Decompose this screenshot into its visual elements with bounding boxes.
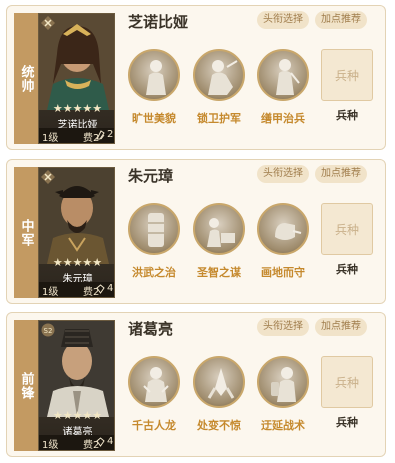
hero-title: 朱元璋: [128, 167, 174, 185]
skill-statue-icon: [146, 60, 166, 95]
hero-info-bar: 1级 费2 4: [39, 435, 114, 451]
points-recommend-button[interactable]: 加点推荐: [315, 165, 367, 183]
skill-slot-1[interactable]: [128, 356, 180, 408]
skill-slot-1[interactable]: [128, 49, 180, 101]
points-recommend-button[interactable]: 加点推荐: [315, 318, 367, 336]
skill-statue-icon: [143, 367, 169, 402]
skill-statue-icon: [207, 368, 235, 399]
badge-icon: S2: [41, 323, 55, 337]
skill-label-2: 处变不惊: [197, 419, 241, 432]
svg-text:S2: S2: [44, 327, 53, 335]
hero-info-bar: 1级 费2 2: [39, 128, 114, 144]
skill-label-2: 圣智之谋: [197, 266, 241, 279]
hero-portrait[interactable]: ★★★★★ 芝诺比娅 1级 费2 2: [38, 13, 115, 144]
role-label: 前锋: [14, 320, 38, 451]
troop-type-label: 兵种: [336, 263, 358, 276]
skill-statue-icon: [271, 367, 296, 402]
title-select-button[interactable]: 头衔选择: [257, 11, 309, 29]
hero-level: 1级: [42, 133, 59, 144]
hero-portrait[interactable]: S2 ★★★★★ 诸葛亮 1级 费2 4: [38, 320, 115, 451]
hero-count: 4: [107, 283, 114, 294]
role-label: 中军: [14, 167, 38, 298]
skill-label-3: 缮甲治兵: [261, 112, 305, 125]
troop-type-button[interactable]: 兵种: [321, 49, 373, 101]
skill-label-2: 锁卫护军: [197, 112, 241, 125]
star-rating: ★★★★★: [52, 103, 103, 115]
hero-title: 芝诺比娅: [128, 13, 189, 31]
hero-card-3: 前锋 S2 ★★★★★ 诸葛亮 1级 费2 4 诸葛亮 头衔选择 加点推荐 千古…: [6, 312, 386, 457]
shield-icon: [96, 284, 105, 294]
hero-card-2: 中军 ★★★★★ 朱元璋 1级 费2 4 朱元璋 头衔选择 加点推荐 洪武之治 …: [6, 159, 386, 304]
badge-icon: [41, 170, 55, 184]
troop-type-label: 兵种: [336, 416, 358, 429]
hero-portrait[interactable]: ★★★★★ 朱元璋 1级 费2 4: [38, 167, 115, 298]
skill-slot-2[interactable]: [193, 356, 245, 408]
troop-type-button[interactable]: 兵种: [321, 356, 373, 408]
hero-card-1: 统帅 ★★★★★ 芝诺比娅 1级 费2 2 芝诺比娅 头衔选择 加点推荐 旷世美…: [6, 5, 386, 150]
badge-icon: [41, 16, 55, 30]
points-recommend-button[interactable]: 加点推荐: [315, 11, 367, 29]
hero-count: 4: [107, 436, 114, 447]
hero-info-bar: 1级 费2 4: [39, 282, 114, 298]
skill-slot-3[interactable]: [257, 203, 309, 255]
wedge-icon: [96, 130, 105, 140]
skill-label-1: 旷世美貌: [132, 112, 176, 125]
title-select-button[interactable]: 头衔选择: [257, 318, 309, 336]
skill-label-3: 迂延战术: [261, 419, 305, 432]
skill-slot-3[interactable]: [257, 49, 309, 101]
role-label: 统帅: [14, 13, 38, 144]
troop-type-button[interactable]: 兵种: [321, 203, 373, 255]
hero-title: 诸葛亮: [128, 320, 174, 338]
title-select-button[interactable]: 头衔选择: [257, 165, 309, 183]
skill-slot-2[interactable]: [193, 49, 245, 101]
skill-statue-icon: [207, 218, 235, 247]
hero-count: 2: [107, 129, 114, 140]
star-rating: ★★★★★: [52, 257, 103, 269]
skill-label-3: 画地而守: [261, 266, 305, 279]
skill-statue-icon: [208, 60, 238, 95]
skill-statue-icon: [275, 223, 302, 240]
skill-slot-2[interactable]: [193, 203, 245, 255]
skill-slot-1[interactable]: [128, 203, 180, 255]
troop-type-label: 兵种: [336, 109, 358, 122]
skill-label-1: 千古人龙: [132, 419, 176, 432]
skill-statue-icon: [276, 59, 300, 95]
hero-level: 1级: [42, 440, 59, 451]
skill-slot-3[interactable]: [257, 356, 309, 408]
skill-statue-icon: [148, 213, 164, 247]
skill-label-1: 洪武之治: [132, 266, 176, 279]
shield-icon: [96, 437, 105, 447]
hero-level: 1级: [42, 287, 59, 298]
star-rating: ★★★★★: [52, 410, 103, 422]
